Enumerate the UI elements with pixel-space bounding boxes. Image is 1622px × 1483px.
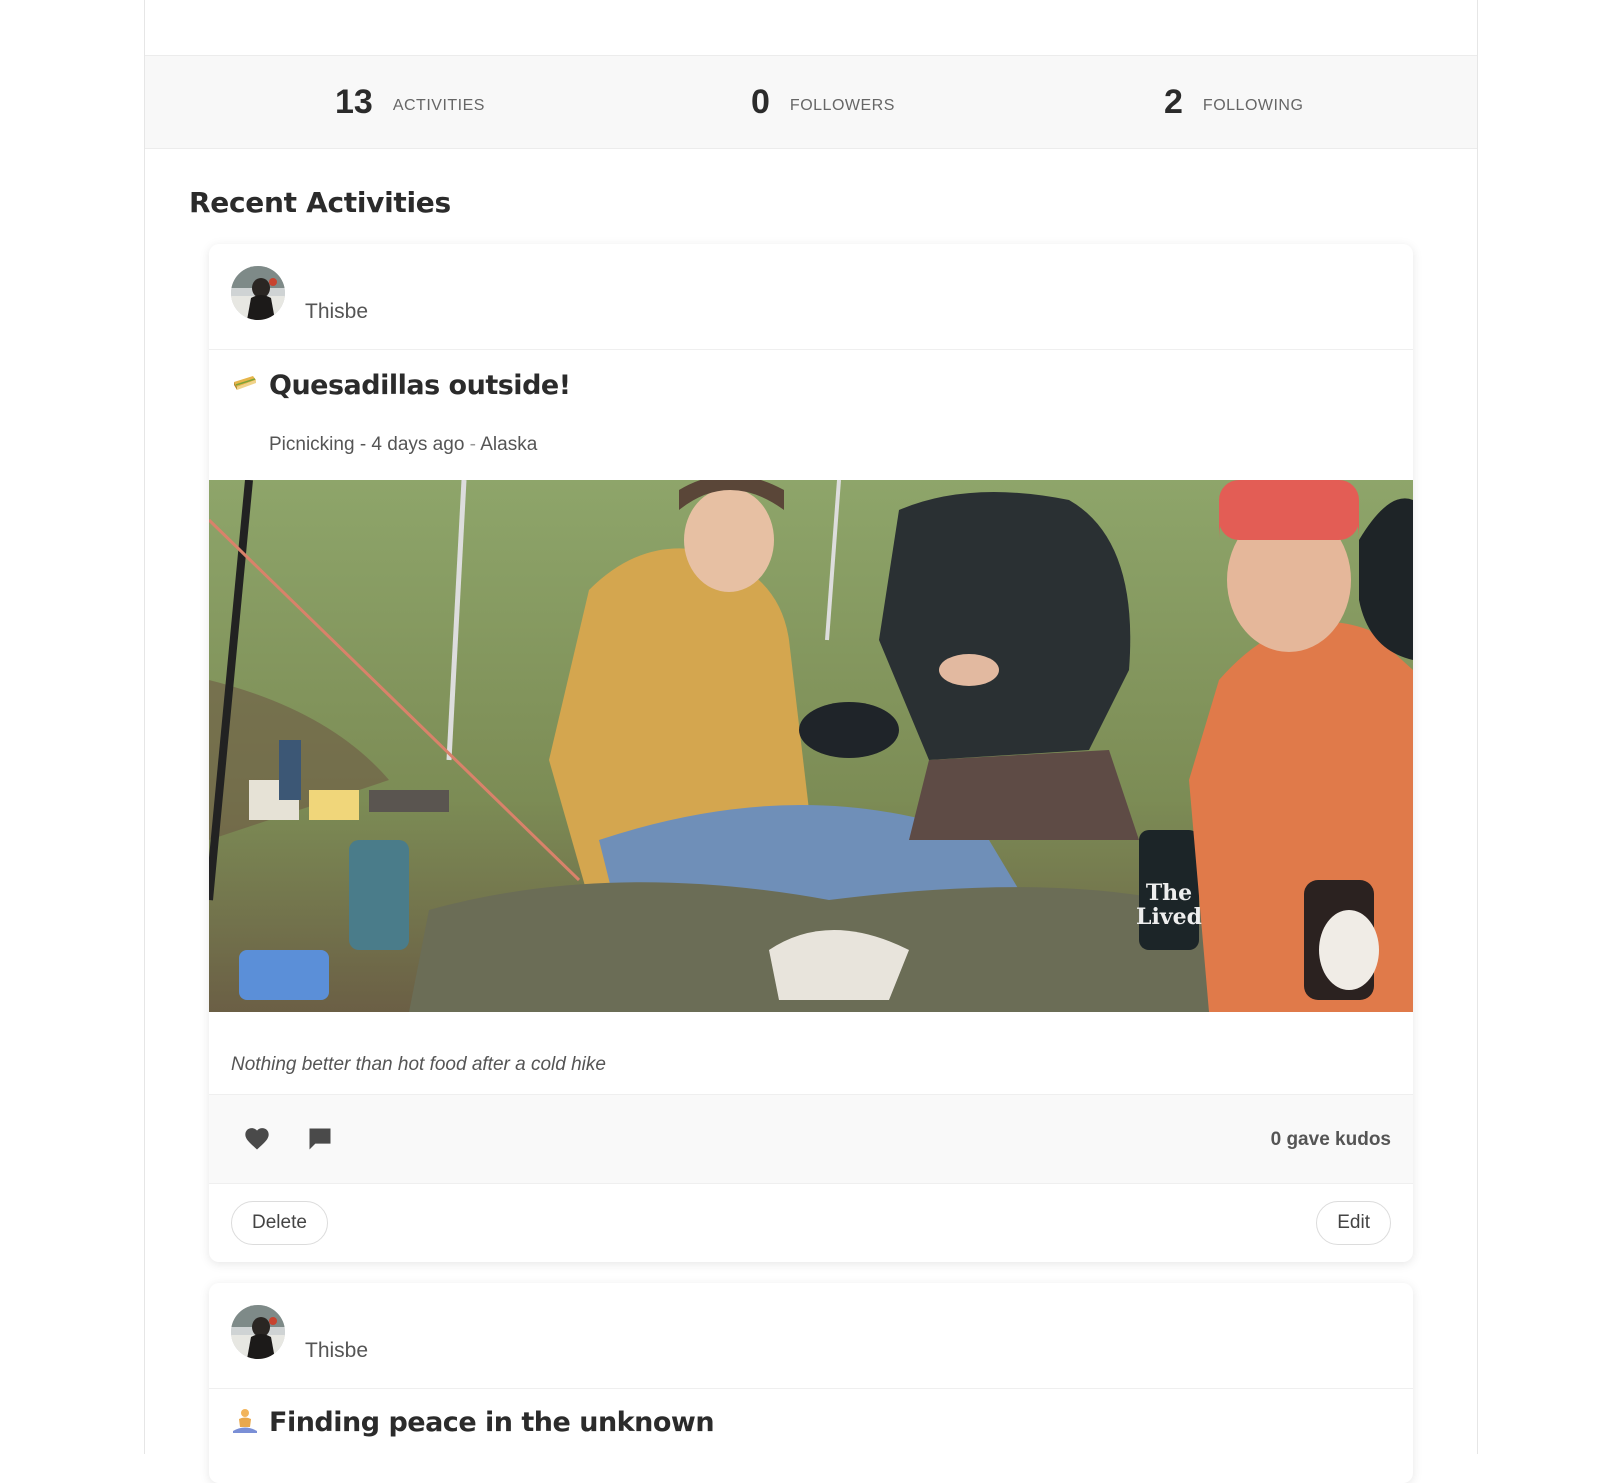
stat-followers-label: FOLLOWERS	[789, 97, 895, 114]
profile-page: 13 ACTIVITIES 0 FOLLOWERS 2 FOLLOWING Re…	[144, 0, 1478, 1483]
edit-button[interactable]: Edit	[1316, 1201, 1391, 1245]
activity-actions-bar: 0 gave kudos	[209, 1094, 1413, 1184]
avatar[interactable]	[231, 266, 285, 320]
activity-title[interactable]: Finding peace in the unknown	[269, 1407, 715, 1438]
comment-icon[interactable]	[306, 1125, 334, 1153]
stat-activities-label: ACTIVITIES	[392, 97, 485, 114]
svg-text:Lived: Lived	[1136, 904, 1202, 930]
delete-button[interactable]: Delete	[231, 1201, 328, 1245]
svg-text:The: The	[1146, 880, 1192, 906]
stats-bar: 13 ACTIVITIES 0 FOLLOWERS 2 FOLLOWING	[145, 55, 1477, 149]
stat-following-count: 2	[1164, 82, 1183, 121]
sandwich-icon	[231, 370, 259, 398]
activity-title[interactable]: Quesadillas outside!	[269, 370, 571, 401]
meta-separator: -	[464, 434, 481, 455]
stat-activities-count: 13	[335, 82, 373, 121]
activity-card-header: Thisbe	[209, 1283, 1413, 1389]
stat-followers-count: 0	[751, 82, 770, 121]
user-name[interactable]: Thisbe	[305, 1339, 368, 1363]
heart-icon[interactable]	[243, 1125, 271, 1153]
avatar[interactable]	[231, 1305, 285, 1359]
activity-photo[interactable]: The Lived	[209, 475, 1413, 1012]
stat-following[interactable]: 2 FOLLOWING	[1164, 56, 1303, 148]
activity-location: Alaska	[480, 434, 538, 455]
kudos-count[interactable]: 0 gave kudos	[1271, 1129, 1391, 1151]
user-name[interactable]: Thisbe	[305, 300, 368, 324]
activity-type-time: Picnicking - 4 days ago	[269, 434, 465, 455]
recent-activities-heading: Recent Activities	[189, 186, 451, 219]
activity-card: Thisbe Finding peace in the unknown	[209, 1283, 1413, 1483]
activity-meta: Picnicking - 4 days ago - Alaska	[269, 434, 537, 456]
stat-activities[interactable]: 13 ACTIVITIES	[335, 56, 485, 148]
activity-caption: Nothing better than hot food after a col…	[231, 1054, 606, 1075]
activity-card: Thisbe Quesadillas outside! Picnicking -…	[209, 244, 1413, 1262]
meditation-icon	[231, 1407, 259, 1435]
stat-following-label: FOLLOWING	[1202, 97, 1304, 114]
stat-followers[interactable]: 0 FOLLOWERS	[751, 56, 895, 148]
activity-card-header: Thisbe	[209, 244, 1413, 350]
